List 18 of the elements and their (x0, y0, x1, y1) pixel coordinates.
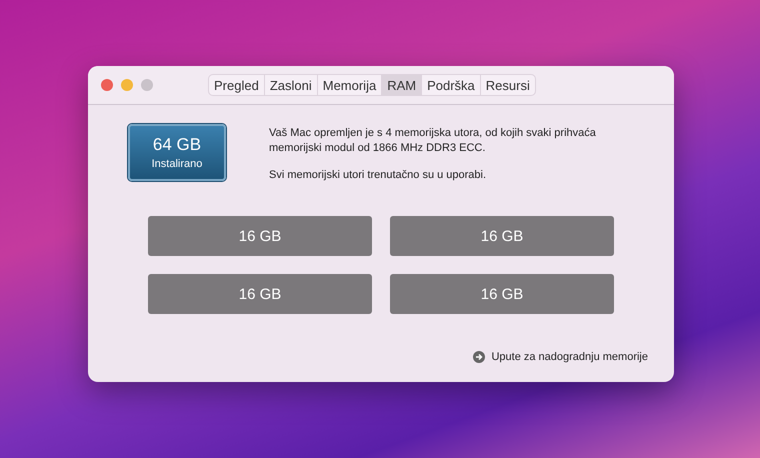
memory-slot: 16 GB (390, 216, 614, 256)
description-text: Svi memorijski utori trenutačno su u uporabi. (269, 168, 488, 183)
memory-slot: 16 GB (148, 274, 372, 314)
minimize-button[interactable] (121, 79, 133, 91)
zoom-button[interactable] (141, 79, 153, 91)
upgrade-link[interactable]: Upute za nadogradnju memorije (473, 351, 648, 363)
tab[interactable]: RAM (381, 75, 422, 95)
tab[interactable]: Pregled (209, 75, 264, 95)
arrow-circle-icon (473, 351, 486, 363)
description-text: Vaš Mac opremljen je s 4 memorijska utora, od kojih svaki prihvaća memorijski modul od 1866 MHz DDR3 ECC. (269, 126, 597, 156)
tab[interactable]: Resursi (480, 75, 535, 95)
memory-slot: 16 GB (148, 216, 372, 256)
memory-slot: 16 GB (390, 274, 614, 314)
memory-size: 64 GB (152, 135, 202, 155)
close-button[interactable] (101, 79, 113, 91)
tab[interactable]: Podrška (421, 75, 480, 95)
memory-caption: Instalirano (152, 158, 202, 170)
tab[interactable]: Zasloni (264, 75, 317, 95)
